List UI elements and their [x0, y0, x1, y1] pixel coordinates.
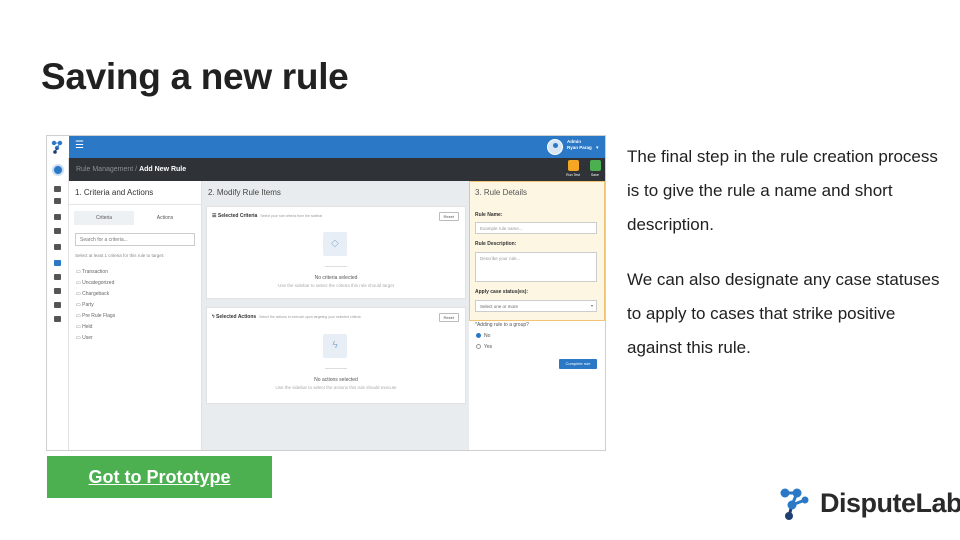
- criteria-item[interactable]: Pre Rule Flags: [76, 311, 194, 322]
- breadcrumb: Rule Management / Add New Rule: [76, 166, 186, 173]
- panel-title: 3. Rule Details: [475, 188, 528, 197]
- breadcrumb-root[interactable]: Rule Management: [76, 166, 133, 173]
- sliders-icon[interactable]: [54, 316, 61, 322]
- chevron-down-icon[interactable]: ▾: [596, 145, 599, 151]
- save-label: Save: [591, 173, 599, 177]
- radio-no[interactable]: No: [476, 333, 490, 339]
- chevron-down-icon: ▾: [590, 303, 593, 308]
- users-icon[interactable]: [54, 302, 61, 308]
- gear-icon[interactable]: [54, 260, 61, 266]
- modify-rule-panel: 2. Modify Rule Items ☰ Selected Criteria…: [202, 181, 469, 450]
- reset-button[interactable]: Reset: [438, 212, 459, 221]
- criteria-placeholder-icon: ◇: [323, 232, 347, 256]
- criteria-item[interactable]: Held: [76, 322, 194, 333]
- criteria-item[interactable]: User: [76, 333, 194, 344]
- tabs: Criteria Actions: [74, 211, 196, 225]
- radio-empty-icon: [476, 344, 481, 350]
- briefcase-icon[interactable]: [54, 198, 61, 204]
- selected-criteria-hint: Select your rule criteria from the sideb…: [260, 214, 323, 218]
- card-title: ϟ Selected Actions Select the actions to …: [212, 314, 361, 320]
- user-avatar[interactable]: [547, 139, 563, 155]
- app-screenshot: ☰ Admin Ryan Parag ▾ Rule Management / A…: [46, 135, 606, 451]
- rule-name-input[interactable]: Example rule name...: [475, 222, 597, 234]
- divider: [325, 368, 347, 369]
- app-topbar: ☰ Admin Ryan Parag ▾: [47, 136, 605, 158]
- case-status-label: Apply case status(es):: [475, 289, 529, 295]
- brand-mark-icon: [780, 488, 809, 520]
- user-icon[interactable]: [52, 164, 64, 176]
- inbox-icon[interactable]: [54, 228, 61, 234]
- selected-criteria-card: ☰ Selected Criteria Select your rule crit…: [206, 206, 466, 299]
- criteria-item[interactable]: Chargeback: [76, 289, 194, 300]
- panel-title: 1. Criteria and Actions: [69, 181, 201, 205]
- group-label: *Adding rule to a group?: [475, 322, 529, 328]
- breadcrumb-separator: /: [135, 166, 138, 173]
- description-paragraph-1: The final step in the rule creation proc…: [627, 147, 938, 234]
- no-actions-text: No actions selected: [314, 377, 358, 383]
- selected-criteria-title: Selected Criteria: [217, 213, 258, 219]
- panel-title: 2. Modify Rule Items: [208, 188, 281, 197]
- no-actions-subtext: Use the sidebar to select the actions th…: [275, 385, 397, 390]
- tab-actions[interactable]: Actions: [134, 211, 196, 225]
- tab-criteria[interactable]: Criteria: [74, 211, 134, 225]
- case-status-value: Select one or more: [480, 304, 519, 309]
- warning-icon[interactable]: [54, 288, 61, 294]
- selected-actions-title: Selected Actions: [216, 314, 257, 320]
- lightning-icon: ϟ: [323, 334, 347, 358]
- breadcrumb-bar: Rule Management / Add New Rule Run Test …: [69, 158, 605, 181]
- description-paragraph-2: We can also designate any case statuses …: [627, 270, 940, 357]
- rule-description-label: Rule Description:: [475, 241, 517, 247]
- no-criteria-text: No criteria selected: [314, 275, 358, 281]
- brand-name: DisputeLab: [820, 488, 960, 518]
- rule-name-label: Rule Name:: [475, 212, 503, 218]
- save-button[interactable]: Save: [585, 160, 605, 177]
- rule-description-input[interactable]: Describe your rule...: [475, 252, 597, 282]
- flask-icon: [567, 160, 579, 171]
- rule-details-panel: 3. Rule Details Rule Name: Example rule …: [469, 181, 605, 450]
- criteria-list: Transaction Uncategorized Chargeback Par…: [76, 267, 194, 344]
- home-icon[interactable]: [54, 186, 61, 192]
- brand-logo: DisputeLab: [777, 485, 960, 528]
- radio-no-label: No: [484, 333, 491, 339]
- selected-actions-hint: Select the actions to execute upon targe…: [259, 315, 361, 319]
- criteria-actions-panel: 1. Criteria and Actions Criteria Actions…: [69, 181, 202, 450]
- slide-title: Saving a new rule: [41, 56, 349, 97]
- no-criteria-subtext: Use the sidebar to select the criteria t…: [277, 283, 395, 288]
- save-icon: [589, 160, 601, 171]
- complete-rule-button[interactable]: Complete rule: [559, 359, 597, 369]
- criteria-item[interactable]: Transaction: [76, 267, 194, 278]
- case-status-select[interactable]: Select one or more ▾: [475, 300, 597, 312]
- card-icon[interactable]: [54, 244, 61, 250]
- criteria-help-text: Select at least 1 criteria for this rule…: [75, 253, 165, 258]
- breadcrumb-current: Add New Rule: [139, 166, 187, 173]
- radio-yes-label: Yes: [484, 344, 493, 350]
- reset-button[interactable]: Reset: [438, 313, 459, 322]
- go-to-prototype-button[interactable]: Got to Prototype: [47, 456, 272, 498]
- criteria-search-input[interactable]: Search for a criteria...: [75, 233, 195, 246]
- app-logo-icon: [47, 136, 69, 158]
- run-test-button[interactable]: Run Test: [563, 160, 583, 177]
- criteria-item[interactable]: Uncategorized: [76, 278, 194, 289]
- selected-actions-card: ϟ Selected Actions Select the actions to …: [206, 307, 466, 404]
- admin-name: Ryan Parag: [567, 145, 592, 150]
- radio-yes[interactable]: Yes: [476, 344, 492, 350]
- criteria-item[interactable]: Party: [76, 300, 194, 311]
- left-nav: [47, 158, 69, 450]
- card-title: ☰ Selected Criteria Select your rule crit…: [212, 213, 323, 219]
- checkbox-icon[interactable]: [54, 214, 61, 220]
- run-test-label: Run Test: [566, 173, 580, 177]
- hamburger-menu-icon[interactable]: ☰: [75, 141, 84, 151]
- document-icon[interactable]: [54, 274, 61, 280]
- radio-selected-icon: [476, 333, 481, 339]
- admin-info[interactable]: Admin Ryan Parag: [567, 139, 592, 151]
- divider: [325, 266, 347, 267]
